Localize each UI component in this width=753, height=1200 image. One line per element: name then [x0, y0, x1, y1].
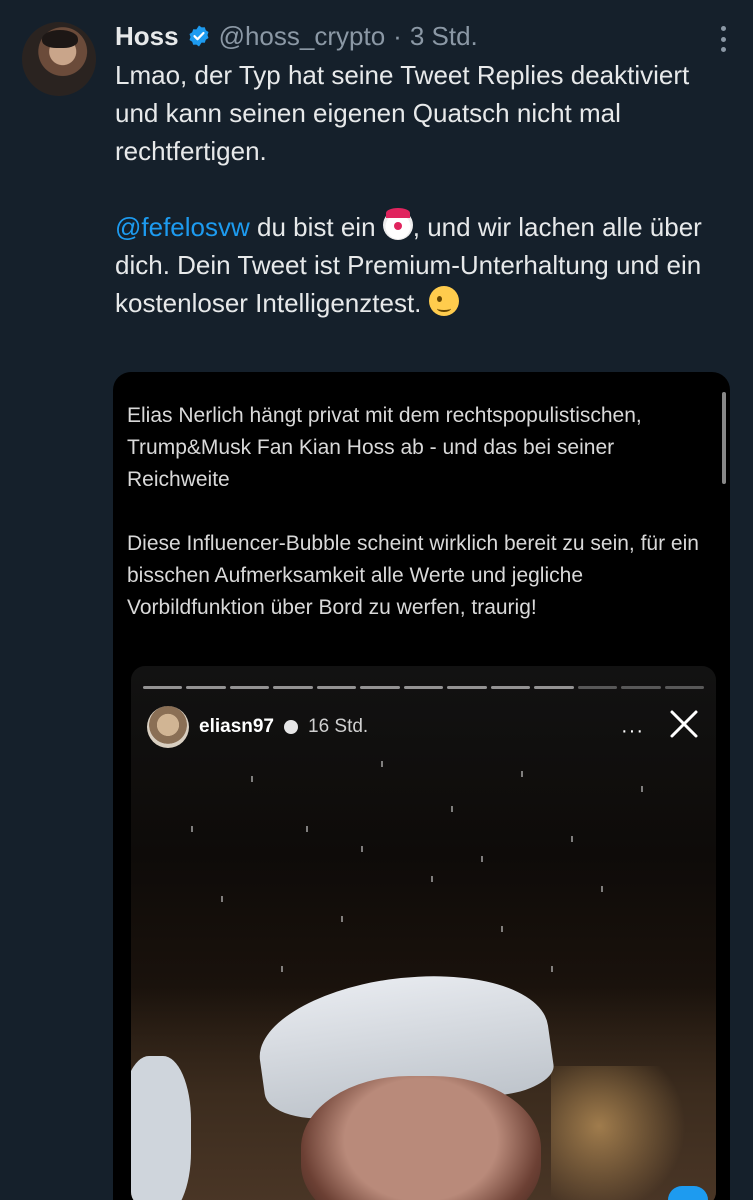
story-avatar — [147, 706, 189, 748]
compose-button[interactable] — [668, 1186, 708, 1200]
rain-droplet — [281, 966, 283, 972]
clown-emoji-icon — [382, 208, 413, 240]
rain-droplet — [501, 926, 503, 932]
rain-droplet — [451, 806, 453, 812]
story-time: 16 Std. — [308, 716, 369, 737]
author-name[interactable]: Hoss — [115, 16, 179, 56]
rain-droplet — [221, 896, 223, 902]
screenshot-paragraph-2: Diese Influencer-Bubble scheint wirklich… — [127, 532, 699, 619]
story-progress-segment — [664, 686, 705, 689]
instagram-story-embed: eliasn97 16 Std. ··· — [131, 666, 716, 1200]
story-side-figure — [131, 1056, 191, 1200]
story-more-icon: ··· — [621, 720, 644, 742]
tweet-paragraph-2: @fefelosvw du bist ein , und wir lachen … — [115, 208, 735, 322]
story-username: eliasn97 — [199, 716, 274, 737]
story-face — [301, 1076, 541, 1200]
story-progress-segment — [273, 686, 313, 689]
story-progress-segment — [143, 686, 183, 689]
story-progress-segment — [316, 686, 357, 689]
story-progress-segment — [403, 686, 444, 689]
story-progress-segment — [621, 686, 661, 689]
story-progress-segment — [490, 686, 531, 689]
tweet-text: Lmao, der Typ hat seine Tweet Replies de… — [115, 56, 735, 322]
story-progress-segment — [360, 686, 400, 689]
mention-link[interactable]: @fefelosvw — [115, 212, 250, 242]
verified-badge-icon — [187, 24, 211, 48]
screenshot-scrollbar — [722, 392, 726, 484]
close-icon — [670, 710, 698, 738]
rain-droplet — [481, 856, 483, 862]
tweet-header: Hoss @hoss_crypto · 3 Std. — [115, 16, 478, 56]
tweet[interactable]: Hoss @hoss_crypto · 3 Std. Lmao, der Typ… — [0, 0, 753, 1200]
story-header: eliasn97 16 Std. — [147, 706, 368, 748]
rain-droplet — [191, 826, 193, 832]
rain-droplet — [601, 886, 603, 892]
screenshot-text: Elias Nerlich hängt privat mit dem recht… — [127, 400, 717, 624]
separator-dot: · — [393, 21, 402, 51]
story-progress-segment — [186, 686, 226, 689]
rain-droplet — [431, 876, 433, 882]
story-progress-bar — [143, 686, 705, 689]
screenshot-paragraph-1: Elias Nerlich hängt privat mit dem recht… — [127, 404, 642, 491]
story-progress-segment — [229, 686, 270, 689]
rain-droplet — [521, 771, 523, 777]
rain-droplet — [306, 826, 308, 832]
story-background-lights — [551, 1066, 711, 1200]
story-progress-segment — [577, 686, 618, 689]
more-options-icon[interactable] — [719, 26, 727, 52]
rain-droplet — [571, 836, 573, 842]
rain-droplet — [251, 776, 253, 782]
rain-droplet — [341, 916, 343, 922]
media-attachment[interactable]: Elias Nerlich hängt privat mit dem recht… — [113, 372, 730, 1200]
story-verified-icon — [284, 720, 298, 734]
author-handle[interactable]: @hoss_crypto — [219, 16, 386, 56]
tweet-timestamp[interactable]: 3 Std. — [410, 16, 478, 56]
story-progress-segment — [534, 686, 574, 689]
rain-droplet — [381, 761, 383, 767]
avatar[interactable] — [22, 22, 96, 96]
story-progress-segment — [447, 686, 487, 689]
tweet-paragraph-1: Lmao, der Typ hat seine Tweet Replies de… — [115, 60, 690, 166]
rain-droplet — [551, 966, 553, 972]
rain-droplet — [641, 786, 643, 792]
winking-face-emoji-icon — [428, 286, 459, 316]
tweet-text-part: du bist ein — [249, 212, 383, 242]
rain-droplet — [361, 846, 363, 852]
avatar-hair — [42, 30, 78, 48]
